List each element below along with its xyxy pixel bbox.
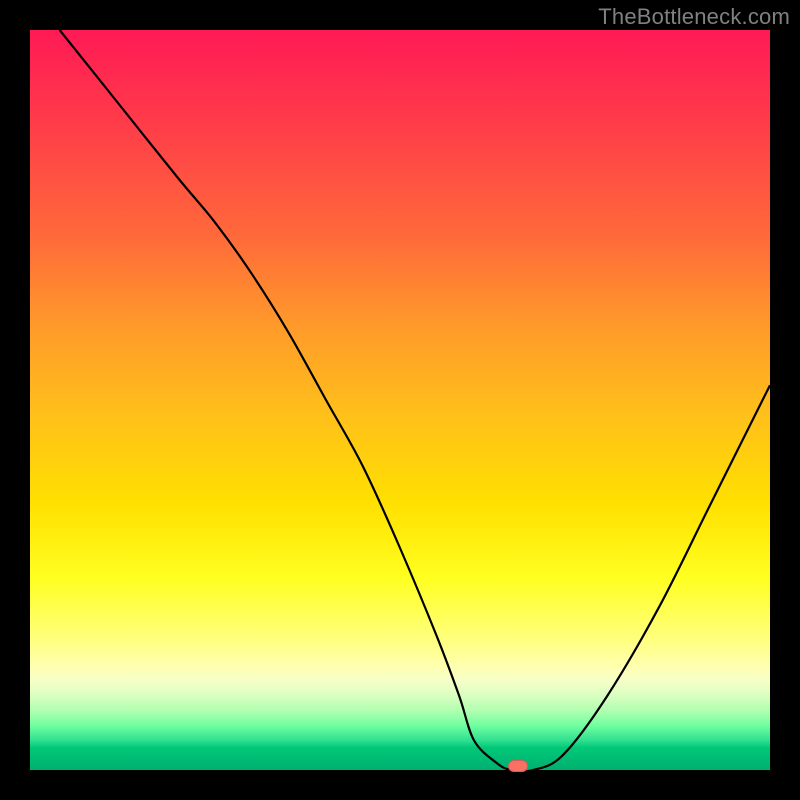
bottleneck-curve-path	[60, 30, 770, 771]
curve-svg	[30, 30, 770, 770]
optimal-marker	[508, 760, 528, 772]
plot-area	[30, 30, 770, 770]
chart-frame: TheBottleneck.com	[0, 0, 800, 800]
watermark-text: TheBottleneck.com	[598, 4, 790, 30]
